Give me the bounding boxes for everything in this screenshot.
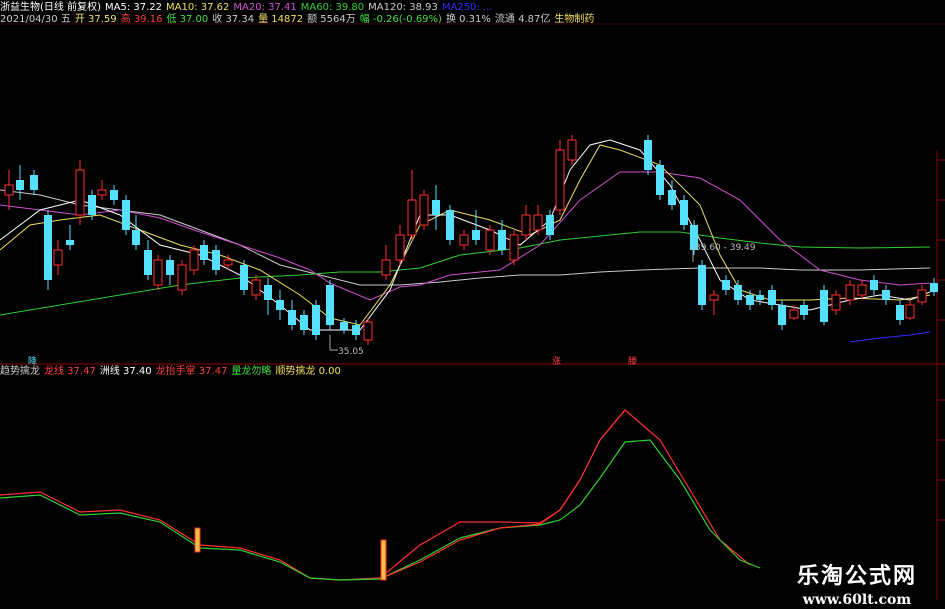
candle[interactable]	[395, 225, 405, 265]
candle[interactable]	[533, 205, 543, 235]
right-axis-ticks	[937, 159, 945, 521]
candle[interactable]	[709, 290, 719, 315]
candle[interactable]	[485, 225, 495, 255]
candle[interactable]	[212, 245, 220, 275]
candle[interactable]	[166, 255, 174, 285]
candle[interactable]	[276, 290, 284, 320]
candle[interactable]	[75, 160, 85, 225]
watermark-url: www.60lt.com	[802, 592, 912, 608]
candle[interactable]	[644, 135, 652, 175]
candle[interactable]	[446, 205, 454, 245]
candle[interactable]	[153, 255, 163, 290]
indicator-item-2: 洲线 37.40	[99, 366, 152, 377]
candle[interactable]	[66, 225, 74, 250]
candle[interactable]	[680, 195, 688, 230]
candle[interactable]	[509, 230, 519, 265]
candle[interactable]	[4, 170, 14, 210]
candle[interactable]	[189, 245, 199, 275]
candle[interactable]	[97, 180, 107, 200]
candle[interactable]	[567, 135, 577, 165]
marker-mid1: 涨	[552, 357, 562, 367]
candle[interactable]	[44, 210, 52, 290]
indicator-item-1: 龙线 37.47	[44, 366, 96, 377]
candle[interactable]	[200, 240, 208, 265]
watermark: 乐淘公式网 www.60lt.com	[797, 558, 917, 608]
indicator-lines	[0, 409, 761, 581]
candle[interactable]	[264, 278, 272, 315]
candle[interactable]	[16, 165, 24, 200]
candle[interactable]	[882, 285, 890, 305]
candle[interactable]	[326, 280, 334, 330]
candle[interactable]	[917, 285, 927, 305]
candle[interactable]	[381, 245, 391, 280]
ma250-line	[849, 331, 931, 343]
candle[interactable]	[521, 205, 531, 240]
kline-chart[interactable]: 35.05 39.60 - 39.49	[0, 0, 945, 609]
candle[interactable]	[288, 300, 296, 330]
indicator-legend: 趋势擒龙 龙线 37.47 洲线 37.40 龙抬手掌 37.47 量龙勿略 顺势擒龙 0…	[0, 366, 345, 378]
candle[interactable]	[857, 280, 867, 300]
candle[interactable]	[472, 210, 480, 245]
candle[interactable]	[312, 300, 320, 340]
candle[interactable]	[419, 190, 429, 230]
range-label: 39.60 - 39.49	[695, 243, 756, 253]
candle[interactable]	[53, 240, 63, 275]
candle[interactable]	[768, 285, 776, 310]
candle[interactable]	[144, 240, 152, 280]
signal-bar	[380, 539, 387, 581]
candle[interactable]	[122, 195, 130, 235]
indicator-item-4: 量龙勿略	[231, 366, 272, 377]
candle[interactable]	[177, 260, 187, 295]
low-price-label: 35.05	[338, 347, 364, 357]
candle[interactable]	[240, 260, 248, 295]
candle[interactable]	[251, 275, 261, 300]
candle[interactable]	[800, 300, 808, 320]
candle[interactable]	[831, 290, 841, 315]
candle[interactable]	[746, 290, 754, 310]
candle[interactable]	[407, 170, 417, 240]
candle[interactable]	[555, 140, 565, 215]
candle[interactable]	[132, 215, 140, 250]
candle[interactable]	[459, 230, 469, 250]
watermark-title: 乐淘公式网	[796, 563, 917, 589]
candle[interactable]	[432, 185, 440, 230]
candle[interactable]	[722, 275, 730, 295]
candle[interactable]	[546, 210, 554, 240]
candle[interactable]	[756, 290, 764, 305]
candle[interactable]	[110, 185, 118, 205]
dragon-line	[0, 409, 751, 581]
marker-mid2: 滕	[628, 357, 638, 367]
indicator-item-5: 顺势擒龙 0.00	[275, 366, 341, 377]
candle[interactable]	[820, 285, 828, 325]
candle[interactable]	[656, 160, 664, 200]
indicator-item-0: 趋势擒龙	[0, 366, 40, 377]
indicator-item-3: 龙抬手掌 37.47	[155, 366, 228, 377]
signal-bar	[194, 527, 201, 553]
candle[interactable]	[905, 300, 915, 320]
candle[interactable]	[30, 170, 38, 195]
candle[interactable]	[845, 280, 855, 305]
candlesticks[interactable]	[4, 135, 938, 345]
candle[interactable]	[870, 275, 878, 295]
candle[interactable]	[363, 318, 373, 345]
candle[interactable]	[300, 310, 308, 335]
candle[interactable]	[896, 300, 904, 325]
candle[interactable]	[698, 260, 706, 310]
candle[interactable]	[734, 280, 742, 305]
